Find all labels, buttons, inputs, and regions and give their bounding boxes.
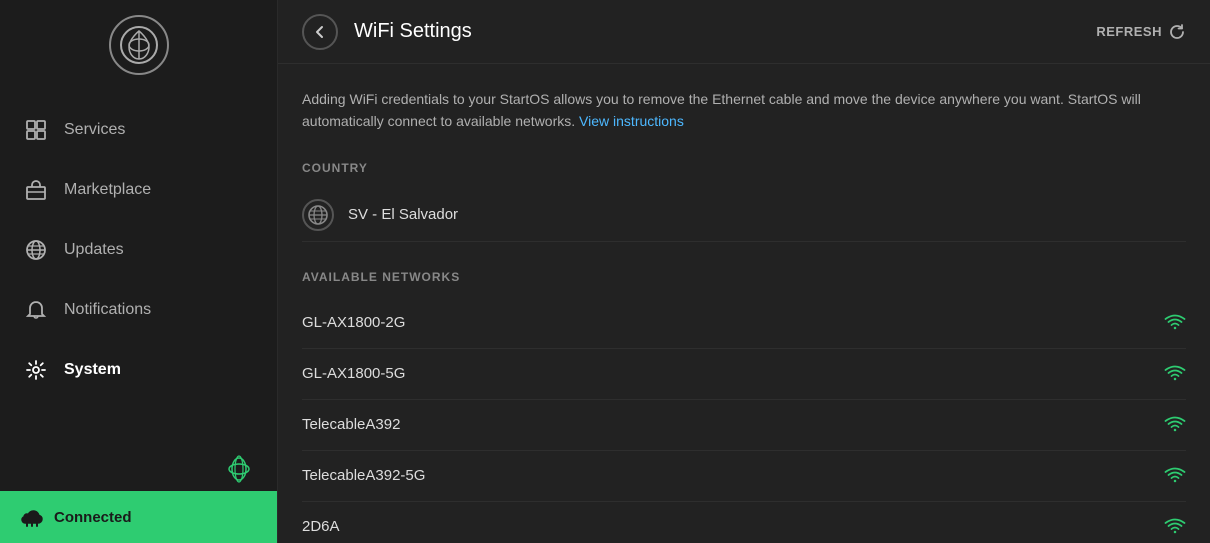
tor-icon-area: [0, 447, 277, 491]
sidebar-item-marketplace[interactable]: Marketplace: [0, 160, 277, 220]
refresh-icon: [1168, 23, 1186, 41]
refresh-button[interactable]: REFRESH: [1096, 23, 1186, 41]
main-header: WiFi Settings REFRESH: [278, 0, 1210, 64]
sidebar-item-label-marketplace: Marketplace: [64, 181, 151, 199]
info-text: Adding WiFi credentials to your StartOS …: [302, 88, 1186, 133]
sidebar-item-label-notifications: Notifications: [64, 301, 151, 319]
refresh-label: REFRESH: [1096, 24, 1162, 39]
wifi-signal-icon-0: [1164, 314, 1186, 332]
sidebar-item-updates[interactable]: Updates: [0, 220, 277, 280]
country-value: SV - El Salvador: [348, 206, 458, 223]
wifi-signal-icon-2: [1164, 416, 1186, 434]
networks-section-label: AVAILABLE NETWORKS: [302, 270, 1186, 284]
sidebar-item-system[interactable]: System: [0, 340, 277, 400]
logo-icon: [119, 25, 159, 65]
network-row[interactable]: TelecableA392-5G: [302, 451, 1186, 502]
logo-circle: [109, 15, 169, 75]
grid-icon: [24, 118, 48, 142]
sidebar-item-label-services: Services: [64, 121, 125, 139]
sidebar-item-label-updates: Updates: [64, 241, 124, 259]
connected-label: Connected: [54, 509, 132, 526]
country-row: SV - El Salvador: [302, 189, 1186, 242]
wifi-signal-icon-3: [1164, 467, 1186, 485]
network-name-2: TelecableA392: [302, 416, 400, 433]
sidebar-nav: Services Marketplace: [0, 90, 277, 435]
network-name-4: 2D6A: [302, 518, 340, 535]
marketplace-icon: [24, 178, 48, 202]
sidebar-footer: Connected: [0, 435, 277, 543]
cloud-icon: [20, 505, 44, 529]
network-name-0: GL-AX1800-2G: [302, 314, 405, 331]
wifi-signal-icon-1: [1164, 365, 1186, 383]
view-instructions-link[interactable]: View instructions: [579, 113, 684, 129]
network-row[interactable]: TelecableA392: [302, 400, 1186, 451]
sidebar-item-notifications[interactable]: Notifications: [0, 280, 277, 340]
networks-section: AVAILABLE NETWORKS GL-AX1800-2G GL-AX180…: [302, 270, 1186, 543]
wrench-icon: [24, 358, 48, 382]
connected-badge: Connected: [0, 491, 277, 543]
bell-icon: [24, 298, 48, 322]
network-name-3: TelecableA392-5G: [302, 467, 425, 484]
network-row[interactable]: GL-AX1800-2G: [302, 298, 1186, 349]
network-name-1: GL-AX1800-5G: [302, 365, 405, 382]
country-section-label: COUNTRY: [302, 161, 1186, 175]
network-row[interactable]: GL-AX1800-5G: [302, 349, 1186, 400]
page-title: WiFi Settings: [354, 20, 472, 43]
sidebar: Services Marketplace: [0, 0, 278, 543]
tor-icon: [225, 455, 253, 483]
globe-nav-icon: [24, 238, 48, 262]
network-row[interactable]: 2D6A: [302, 502, 1186, 543]
globe-country-icon: [302, 199, 334, 231]
sidebar-item-label-system: System: [64, 361, 121, 379]
wifi-signal-icon-4: [1164, 518, 1186, 536]
main-content: WiFi Settings REFRESH Adding WiFi creden…: [278, 0, 1210, 543]
back-button[interactable]: [302, 14, 338, 50]
sidebar-item-services[interactable]: Services: [0, 100, 277, 160]
main-body: Adding WiFi credentials to your StartOS …: [278, 64, 1210, 543]
logo-area: [0, 0, 277, 90]
header-left: WiFi Settings: [302, 14, 472, 50]
